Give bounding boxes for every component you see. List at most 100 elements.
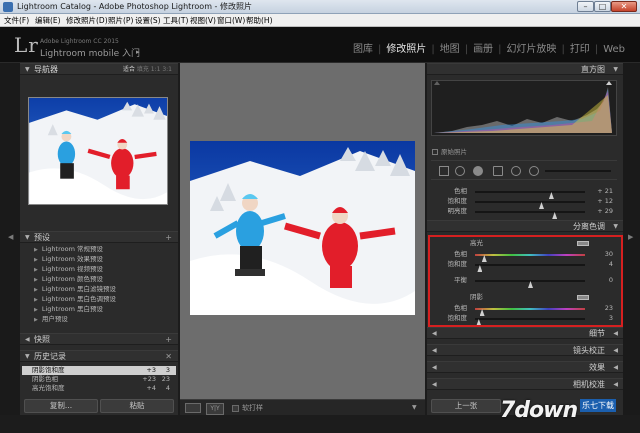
history-step-delta: +4 [146, 384, 156, 392]
history-step[interactable]: 阴影饱和度 +3 3 [22, 366, 176, 375]
menu-settings[interactable]: 设置(S) [135, 15, 161, 26]
detail-label: 细节 [589, 329, 605, 338]
lightroom-mobile-link[interactable]: Lightroom mobile 入门 [40, 46, 140, 59]
adjustment-brush-icon[interactable] [529, 166, 539, 176]
lens-correction-header[interactable]: ◀ 镜头校正 ◀ [427, 344, 623, 356]
hsl-luminance-row[interactable]: 明亮度 + 29 [431, 207, 617, 219]
preset-folder[interactable]: ▶ Lightroom 黑白色调预设 [26, 294, 172, 304]
slider-track[interactable] [475, 201, 585, 209]
snapshots-header[interactable]: ◀ 快照 + [20, 333, 178, 345]
panel-switch-icon[interactable]: ◀ [432, 345, 437, 356]
toolbar-menu-icon[interactable]: ▼ [412, 403, 417, 413]
collapse-left-icon[interactable]: ◀ [8, 233, 13, 241]
preset-folder[interactable]: ▶ Lightroom 常规预设 [26, 244, 172, 254]
module-book[interactable]: 画册 [468, 43, 498, 57]
hsl-hue-row[interactable]: 色相 + 21 [431, 187, 617, 199]
menu-view[interactable]: 视图(V) [190, 15, 216, 26]
panel-switch-icon[interactable]: ◀ [432, 328, 437, 339]
detail-header[interactable]: ◀ 细节 ◀ [427, 327, 623, 339]
history-step[interactable]: 阴影色相 +23 23 [22, 375, 176, 384]
minimize-button[interactable]: – [577, 1, 594, 12]
copy-settings-button[interactable]: 复制... [24, 399, 98, 413]
module-web[interactable]: Web [598, 43, 630, 57]
menu-help[interactable]: 帮助(H) [246, 15, 273, 26]
tool-slider-track[interactable] [545, 170, 611, 172]
presets-header[interactable]: ▼ 预设 + [20, 231, 178, 243]
history-step-value: 4 [165, 384, 170, 392]
collapse-right-icon[interactable]: ▶ [628, 233, 633, 241]
paste-settings-button[interactable]: 粘贴 [100, 399, 174, 413]
expand-triangle-icon: ▼ [613, 223, 618, 230]
folder-triangle-icon: ▶ [34, 317, 38, 323]
crop-tool-icon[interactable] [439, 166, 449, 176]
history-step-name: 高光饱和度 [32, 384, 65, 392]
menu-photo[interactable]: 照片(P) [108, 15, 133, 26]
panel-switch-icon[interactable]: ◀ [432, 362, 437, 373]
maximize-button[interactable]: □ [594, 1, 611, 12]
loupe-view-button[interactable] [185, 403, 201, 413]
snapshots-label: 快照 [34, 335, 50, 344]
preset-folder[interactable]: ▶ Lightroom 效果预设 [26, 254, 172, 264]
collapse-triangle-icon: ◀ [25, 336, 30, 343]
preset-folder[interactable]: ▶ Lightroom 颜色预设 [26, 274, 172, 284]
lightroom-window: Lightroom Catalog - Adobe Photoshop Ligh… [0, 0, 640, 433]
history-header[interactable]: ▼ 历史记录 ✕ [20, 350, 178, 362]
module-develop[interactable]: 修改照片 [381, 43, 431, 57]
show-original-toggle[interactable]: 原始照片 [432, 146, 467, 156]
add-preset-icon[interactable]: + [165, 232, 172, 243]
navigator-photo [29, 98, 167, 204]
menu-edit[interactable]: 编辑(E) [35, 15, 61, 26]
preset-folder[interactable]: ▶ 用户预设 [26, 314, 172, 324]
slider-value[interactable]: + 21 [597, 187, 613, 196]
clear-history-icon[interactable]: ✕ [165, 351, 172, 362]
navigator-preview[interactable] [28, 97, 168, 205]
slider-thumb[interactable] [552, 212, 558, 219]
preset-folder-label: Lightroom 黑白预设 [41, 305, 103, 313]
previous-button[interactable]: 上一张 [431, 399, 501, 413]
preset-folder[interactable]: ▶ Lightroom 黑白滤镜预设 [26, 284, 172, 294]
play-arrow-icon[interactable]: ▸ [136, 48, 140, 56]
module-print[interactable]: 打印 [565, 43, 595, 57]
close-button[interactable]: ✕ [611, 1, 637, 12]
before-after-button[interactable]: Y|Y [206, 403, 224, 415]
red-eye-icon[interactable] [473, 166, 483, 176]
history-step-name: 阴影饱和度 [32, 366, 65, 374]
radial-filter-icon[interactable] [511, 166, 521, 176]
preset-folder[interactable]: ▶ Lightroom 黑白预设 [26, 304, 172, 314]
module-map[interactable]: 地图 [435, 43, 465, 57]
menu-window[interactable]: 窗口(W) [217, 15, 245, 26]
collapse-triangle-icon: ◀ [613, 330, 618, 337]
menu-tools[interactable]: 工具(T) [163, 15, 188, 26]
menu-file[interactable]: 文件(F) [4, 15, 29, 26]
slider-value[interactable]: + 29 [597, 207, 613, 216]
zoom-fit[interactable]: 适合 [123, 66, 135, 73]
module-library[interactable]: 图库 [348, 43, 378, 57]
slider-track[interactable] [475, 191, 585, 199]
add-snapshot-icon[interactable]: + [165, 334, 172, 345]
zoom-3-1[interactable]: 3:1 [162, 66, 172, 73]
history-step[interactable]: 高光饱和度 +4 4 [22, 384, 176, 393]
panel-switch-icon[interactable]: ◀ [432, 379, 437, 390]
menu-develop[interactable]: 修改照片(D) [66, 15, 108, 26]
soft-proof-checkbox[interactable] [232, 405, 239, 412]
slider-label: 明亮度 [447, 207, 468, 215]
histogram-header[interactable]: 直方图 ▼ [427, 63, 623, 75]
main-photo[interactable] [190, 141, 415, 315]
histogram[interactable] [431, 80, 617, 136]
split-toning-header[interactable]: 分离色调 ▼ [427, 220, 623, 232]
spot-removal-icon[interactable] [455, 166, 465, 176]
module-slideshow[interactable]: 幻灯片放映 [501, 43, 561, 57]
left-panel-toggle[interactable]: ◀ [0, 63, 20, 415]
right-panel-toggle[interactable]: ▶ [623, 63, 640, 415]
effects-header[interactable]: ◀ 效果 ◀ [427, 361, 623, 373]
zoom-1-1[interactable]: 1:1 [151, 66, 161, 73]
graduated-filter-icon[interactable] [493, 166, 503, 176]
preset-folder[interactable]: ▶ Lightroom 视频预设 [26, 264, 172, 274]
zoom-fill[interactable]: 填充 [137, 66, 149, 73]
navigator-header[interactable]: ▼ 导航器 适合 填充 1:1 3:1 [20, 63, 178, 75]
slider-value[interactable]: + 12 [597, 197, 613, 206]
title-bar: Lightroom Catalog - Adobe Photoshop Ligh… [0, 0, 640, 14]
camera-calibration-header[interactable]: ◀ 相机校准 ◀ [427, 378, 623, 390]
hsl-saturation-row[interactable]: 饱和度 + 12 [431, 197, 617, 209]
slider-track[interactable] [475, 211, 585, 219]
